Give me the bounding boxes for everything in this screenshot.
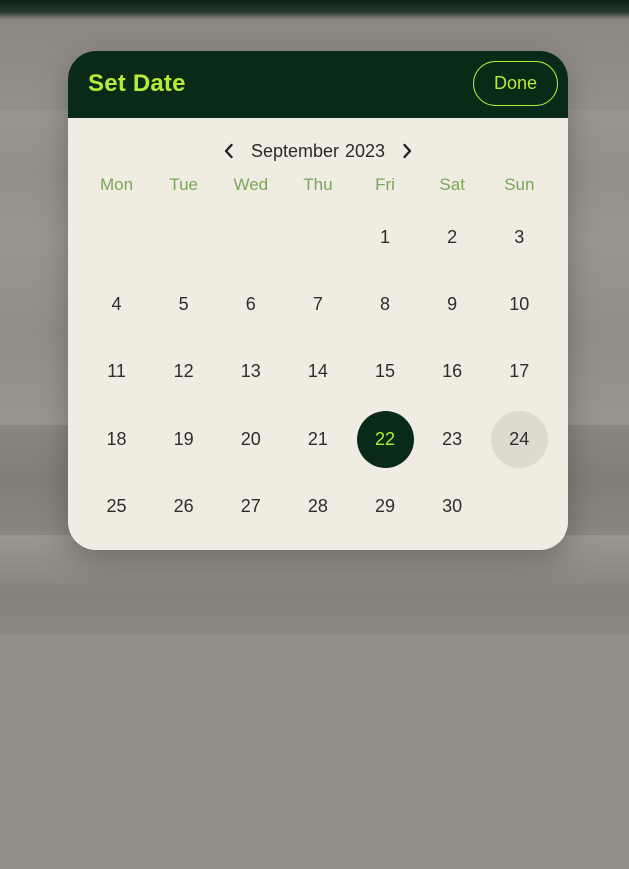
year-label: 2023 — [345, 140, 386, 161]
day-number: 10 — [509, 294, 530, 315]
day-number: 26 — [173, 495, 194, 516]
day-cell[interactable]: 7 — [284, 271, 351, 338]
day-cell[interactable]: 26 — [150, 473, 217, 540]
day-number: 23 — [442, 428, 463, 449]
dialog-header: Set Date Done — [68, 51, 568, 118]
empty-day-cell — [217, 204, 284, 271]
empty-day-cell — [284, 204, 351, 271]
day-number: 27 — [240, 495, 261, 516]
weekday-label: Thu — [303, 175, 333, 194]
month-navigation: September 2023 — [68, 136, 568, 166]
day-cell-selected[interactable]: 22 — [352, 406, 419, 473]
day-number: 28 — [307, 495, 328, 516]
day-number: 25 — [106, 495, 127, 516]
day-cell[interactable]: 24 — [486, 406, 553, 473]
day-cell[interactable]: 1 — [352, 204, 419, 271]
chevron-left-icon[interactable] — [219, 139, 239, 163]
day-number: 16 — [442, 361, 463, 382]
day-number: 6 — [245, 294, 256, 315]
day-cell[interactable]: 19 — [150, 406, 217, 473]
weekday-label: Sat — [439, 175, 465, 194]
day-cell[interactable]: 23 — [419, 406, 486, 473]
day-number: 4 — [111, 294, 122, 315]
day-number: 14 — [307, 361, 328, 382]
day-cell[interactable]: 11 — [83, 338, 150, 405]
day-cell[interactable]: 14 — [284, 338, 351, 405]
day-cell[interactable]: 21 — [284, 406, 351, 473]
day-number: 9 — [447, 294, 458, 315]
day-cell[interactable]: 13 — [217, 338, 284, 405]
day-grid: 1 2 3 4 5 6 7 8 9 10 11 12 13 14 15 16 17 18 19 20 21 22 23 24 2… — [83, 204, 553, 540]
day-number: 7 — [312, 294, 323, 315]
day-cell[interactable]: 20 — [217, 406, 284, 473]
day-number: 19 — [173, 428, 194, 449]
day-cell[interactable]: 12 — [150, 338, 217, 405]
day-number: 20 — [240, 428, 261, 449]
background-top-bar — [0, 0, 629, 20]
day-cell[interactable]: 27 — [217, 473, 284, 540]
day-cell[interactable]: 9 — [419, 271, 486, 338]
day-cell[interactable]: 29 — [352, 473, 419, 540]
chevron-right-icon[interactable] — [397, 139, 417, 163]
weekday-header-row: Mon Tue Wed Thu Fri Sat Sun — [83, 173, 553, 197]
weekday-label: Wed — [233, 175, 269, 194]
weekday-label: Fri — [375, 175, 395, 194]
day-cell[interactable]: 4 — [83, 271, 150, 338]
day-cell[interactable]: 8 — [352, 271, 419, 338]
day-cell[interactable]: 3 — [486, 204, 553, 271]
day-number: 29 — [375, 495, 396, 516]
day-number: 11 — [107, 361, 126, 382]
day-cell[interactable]: 10 — [486, 271, 553, 338]
empty-day-cell — [150, 204, 217, 271]
weekday-label: Mon — [100, 175, 134, 194]
day-cell[interactable]: 18 — [83, 406, 150, 473]
day-number: 21 — [307, 428, 328, 449]
day-number: 13 — [240, 361, 261, 382]
day-number: 3 — [514, 227, 525, 248]
weekday-label: Sun — [504, 175, 535, 194]
empty-day-cell — [83, 204, 150, 271]
day-number: 1 — [380, 227, 391, 248]
day-number: 30 — [442, 495, 463, 516]
day-number: 17 — [509, 361, 530, 382]
done-button[interactable]: Done — [473, 61, 558, 106]
day-number: 24 — [490, 410, 548, 468]
day-cell[interactable]: 17 — [486, 338, 553, 405]
day-cell[interactable]: 2 — [419, 204, 486, 271]
day-cell[interactable]: 15 — [352, 338, 419, 405]
day-cell[interactable]: 30 — [419, 473, 486, 540]
month-year-label: September 2023 — [251, 141, 385, 162]
day-number: 8 — [380, 294, 391, 315]
day-cell[interactable]: 6 — [217, 271, 284, 338]
day-cell[interactable]: 16 — [419, 338, 486, 405]
day-number: 12 — [173, 361, 194, 382]
day-number: 5 — [178, 294, 189, 315]
day-number: 22 — [356, 410, 414, 468]
dialog-title: Set Date — [88, 70, 186, 97]
background-band — [0, 635, 629, 869]
background-band — [0, 535, 629, 635]
day-cell[interactable]: 25 — [83, 473, 150, 540]
month-label: September — [250, 140, 339, 161]
day-number: 2 — [447, 227, 458, 248]
day-number: 15 — [375, 361, 396, 382]
day-number: 18 — [106, 428, 127, 449]
date-picker-dialog: Set Date Done September 2023 Mon Tue Wed Thu… — [68, 51, 568, 550]
weekday-label: Tue — [169, 175, 199, 194]
day-cell[interactable]: 5 — [150, 271, 217, 338]
day-cell[interactable]: 28 — [284, 473, 351, 540]
